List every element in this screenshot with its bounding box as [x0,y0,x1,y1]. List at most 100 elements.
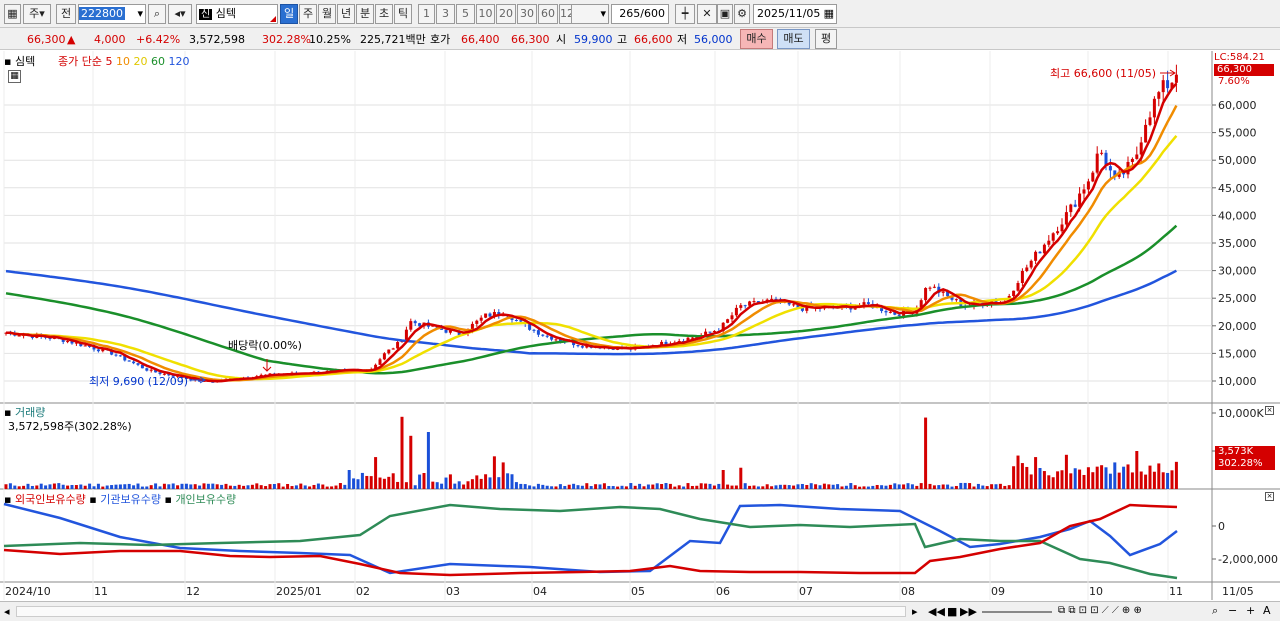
rewind-icon[interactable]: ◀◀ [928,605,945,618]
candle-body [1174,74,1178,83]
tool-icons[interactable]: ⧉ ⧉ ⊡ ⊡ ⟋ ⟋ ⊕ ⊕ [1058,605,1142,616]
volume-ratio: 302.28% [262,33,311,46]
sell-button[interactable]: 매도 [777,29,810,49]
chevron-down-icon[interactable]: ▾ [137,5,143,23]
candle-body [1056,231,1060,234]
multiplier-button[interactable]: 60 [538,4,558,24]
y-tick-label: 45,000 [1218,182,1257,195]
volume-bar [1078,469,1082,489]
search-icon[interactable]: ⌕ [1212,604,1218,618]
candle-body [1095,153,1099,173]
multiplier-button[interactable]: 30 [517,4,537,24]
volume-bar [897,484,901,489]
scroll-right-icon[interactable]: ▸ [912,605,918,618]
y-tick-label: 60,000 [1218,99,1257,112]
font-size-icon[interactable]: A [1263,604,1271,617]
volume-bar [352,478,356,489]
volume-bar [457,481,461,489]
close-icon[interactable]: × [1265,406,1274,415]
save-icon[interactable]: ▣ [717,4,733,24]
multiplier-button[interactable]: 5 [456,4,475,24]
volume-bar [545,485,549,489]
scroll-left-icon[interactable]: ◂ [4,605,10,618]
holding-tick-label: -2,000,000 [1218,553,1278,566]
candle-body [1091,172,1095,182]
prev-button[interactable]: 전 [56,4,76,24]
volume-bar [580,485,584,489]
chart-area[interactable]: 60,000 55,000 50,000 45,000 40,000 35,000 30,0… [0,51,1280,621]
close-icon[interactable]: × [1265,492,1274,501]
volume-bar [915,485,919,489]
volume-bar [730,485,734,489]
interval-button[interactable]: 년 [337,4,355,24]
speaker-icon[interactable]: ◂▾ [168,4,192,24]
multiplier-button[interactable]: 3 [436,4,455,24]
volume-bar [57,483,61,489]
interval-button[interactable]: 분 [356,4,374,24]
crosshair-icon[interactable]: ✕ [697,4,717,24]
y-tick-label: 10,000 [1218,375,1257,388]
date-field[interactable]: 2025/11/05 ▦ [753,4,837,24]
volume-bar [184,483,188,489]
scroll-track[interactable] [16,606,906,617]
candle-body [1108,166,1112,171]
stock-name-field[interactable]: 신 심텍 [196,4,278,24]
up-arrow-icon: ▲ [67,33,76,46]
candle-body [1166,80,1170,89]
volume-value: 3,572,598 [189,33,245,46]
interval-button[interactable]: 초 [375,4,393,24]
forward-icon[interactable]: ▶▶ [960,605,977,618]
zoom-slider[interactable] [982,611,1052,613]
chart-canvas[interactable]: 60,000 55,000 50,000 45,000 40,000 35,000 30,0… [0,51,1280,621]
gear-icon[interactable]: ⚙ [734,4,750,24]
search-icon[interactable]: ⌕ [148,4,166,24]
multiplier-button[interactable]: 20 [496,4,516,24]
candle-body [514,320,518,322]
avg-button[interactable]: 평 [815,29,837,49]
volume-bar [1139,471,1143,489]
volume-bar [1042,471,1046,489]
corner-marker-icon [270,16,276,22]
scroll-bar[interactable]: ◂ ▸ ◀◀ ■ ▶▶ ⧉ ⧉ ⊡ ⊡ ⟋ ⟋ ⊕ ⊕ ⌕ − + A [0,601,1280,621]
volume-bar [198,485,202,489]
volume-bar [510,474,514,489]
zoom-out-icon[interactable]: − [1228,604,1237,617]
period-type-select[interactable]: 주▾ [23,4,51,24]
volume-bar [919,483,923,489]
buy-button[interactable]: 매수 [740,29,773,49]
ma10-label: 10 [115,55,130,68]
count-field[interactable]: 265/600 [611,4,669,24]
calendar-icon[interactable]: ▦ [824,5,834,23]
interval-button[interactable]: 틱 [394,4,412,24]
volume-bar [734,485,738,489]
volume-tick-label: 10,000K [1218,407,1264,420]
volume-bar [369,476,373,489]
calculator-icon[interactable]: ▦ [8,70,21,83]
multiplier-button[interactable]: 10 [476,4,495,24]
candle-body [17,335,21,337]
volume-bar [642,486,646,489]
zoom-in-icon[interactable]: + [1246,604,1255,617]
volume-bar [743,483,747,489]
volume-bar [22,485,26,489]
stock-code-input[interactable]: 222800 ▾ [78,4,146,24]
volume-bar [800,483,804,489]
candle-icon[interactable]: ┿ [675,4,695,24]
volume-bar [255,483,259,489]
volume-bar [250,484,254,489]
interval-button[interactable]: 일 [280,4,298,24]
interval-button[interactable]: 월 [318,4,336,24]
multiplier-button[interactable]: 1 [418,4,435,24]
volume-bar [444,477,448,489]
volume-bar [1135,451,1139,489]
stop-icon[interactable]: ■ [947,605,957,618]
candle-body [1060,224,1064,232]
volume-tag-pct: 302.28% [1218,458,1263,469]
interval-button[interactable]: 주 [299,4,317,24]
volume-bar [246,485,250,489]
volume-bar [567,484,571,489]
chart-menu-icon[interactable]: ▦ [4,4,21,24]
volume-bar [831,484,835,489]
custom-interval-select[interactable]: ▾ [571,4,609,24]
high-annotation: 최고 66,600 (11/05) [1050,67,1157,80]
